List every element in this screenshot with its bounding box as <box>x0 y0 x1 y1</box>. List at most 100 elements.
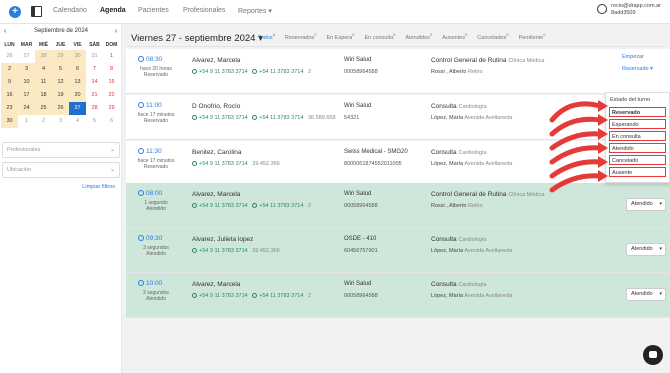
calendar-day[interactable]: 12 <box>52 76 69 89</box>
calendar-day[interactable]: 19 <box>52 89 69 102</box>
calendar-day[interactable]: 6 <box>69 63 86 76</box>
calendar-day[interactable]: 16 <box>1 89 18 102</box>
status-dropdown-button[interactable]: Atendido ▾ <box>626 198 666 211</box>
calendar-day[interactable]: 8 <box>103 63 120 76</box>
nav-agenda[interactable]: Agenda <box>100 7 126 14</box>
tab-todos[interactable]: Todos6 <box>258 32 275 44</box>
whatsapp-icon[interactable] <box>192 69 197 74</box>
calendar-day[interactable]: 26 <box>52 102 69 115</box>
appointment-row[interactable]: 09:30 3 segundos Atendido Alvarez, Julieta … <box>126 228 670 273</box>
calendar-day[interactable]: 6 <box>103 115 120 128</box>
calendar-day[interactable]: 28 <box>86 102 103 115</box>
appointment-row[interactable]: 10:00 2 segundos Atendido Alvarez, Marcela +… <box>126 273 670 318</box>
location-select[interactable]: Ubicación ⌄ <box>2 162 120 178</box>
whatsapp-icon[interactable] <box>192 293 197 298</box>
nav-reportes[interactable]: Reportes ▾ <box>238 7 272 15</box>
calendar-day[interactable]: 1 <box>103 50 120 63</box>
calendar-day[interactable]: 23 <box>1 102 18 115</box>
calendar-day[interactable]: 2 <box>35 115 52 128</box>
calendar-day[interactable]: 27 <box>18 50 35 63</box>
whatsapp-icon[interactable] <box>192 203 197 208</box>
calendar-day[interactable]: 22 <box>103 89 120 102</box>
calendar-day[interactable]: 20 <box>69 89 86 102</box>
calendar-day[interactable]: 7 <box>86 63 103 76</box>
patient-name[interactable]: Alvarez, Julieta lopez <box>192 236 253 243</box>
patient-name[interactable]: Alvarez, Marcela <box>192 281 240 288</box>
calendar-day[interactable]: 25 <box>35 102 52 115</box>
calendar-day[interactable]: 31 <box>86 50 103 63</box>
phone-secondary[interactable]: +54 11 3783 3714 <box>259 115 303 121</box>
tab-reservados[interactable]: Reservados2 <box>285 32 317 44</box>
patient-name[interactable]: Alvarez, Marcela <box>192 191 240 198</box>
whatsapp-icon[interactable] <box>252 293 258 298</box>
patient-name[interactable]: D Onofrio, Rocío <box>192 103 240 110</box>
start-button[interactable]: Empezar <box>622 54 666 60</box>
agenda-main: Viernes 27 - septiembre 2024 ▾ Todos6 Res… <box>122 24 670 373</box>
calendar-day[interactable]: 4 <box>35 63 52 76</box>
date-title[interactable]: Viernes 27 - septiembre 2024 ▾ <box>131 33 263 44</box>
calendar-day[interactable]: 13 <box>69 76 86 89</box>
calendar-day[interactable]: 3 <box>18 63 35 76</box>
sidebar-toggle-icon[interactable] <box>31 6 42 17</box>
calendar-day[interactable]: 1 <box>18 115 35 128</box>
calendar-day[interactable]: 11 <box>35 76 52 89</box>
whatsapp-icon[interactable] <box>252 203 258 208</box>
whatsapp-icon[interactable] <box>252 69 258 74</box>
calendar-day[interactable]: 30 <box>1 115 18 128</box>
status-dropdown-button[interactable]: Atendido ▾ <box>626 243 666 256</box>
phone-mobile[interactable]: +54 9 11 3783 3714 <box>199 293 248 299</box>
appointment-doctor: López, María Avenida Avellaneda <box>431 293 513 299</box>
phone-mobile[interactable]: +54 9 11 3783 3714 <box>199 161 248 167</box>
calendar-day[interactable]: 29 <box>52 50 69 63</box>
calendar-day[interactable]: 2 <box>1 63 18 76</box>
status-dropdown-button[interactable]: Atendido ▾ <box>626 288 666 301</box>
tab-cancelados[interactable]: Cancelados0 <box>477 32 508 44</box>
calendar-day[interactable]: 9 <box>1 76 18 89</box>
calendar-day[interactable]: 29 <box>103 102 120 115</box>
calendar-day[interactable]: 14 <box>86 76 103 89</box>
tab-en-espera[interactable]: En Espera0 <box>327 32 355 44</box>
calendar-day[interactable]: 30 <box>69 50 86 63</box>
professionals-select[interactable]: Profesionales ⌄ <box>2 142 120 158</box>
phone-mobile[interactable]: +54 9 11 3783 3714 <box>199 248 248 254</box>
chat-icon[interactable] <box>643 345 663 365</box>
whatsapp-icon[interactable] <box>192 161 197 166</box>
next-month-icon[interactable]: › <box>115 28 117 35</box>
tab-pendiente[interactable]: Pendiente0 <box>519 32 546 44</box>
nav-calendario[interactable]: Calendario <box>53 7 87 14</box>
tab-ausentes[interactable]: Ausentes0 <box>442 32 467 44</box>
calendar-day[interactable]: 10 <box>18 76 35 89</box>
clock-icon <box>138 102 144 108</box>
tab-atendidos[interactable]: Atendidos3 <box>405 32 432 44</box>
whatsapp-icon[interactable] <box>192 115 197 120</box>
calendar-day[interactable]: 26 <box>1 50 18 63</box>
calendar-day[interactable]: 15 <box>103 76 120 89</box>
calendar-day[interactable]: 17 <box>18 89 35 102</box>
clear-filters-link[interactable]: Limpiar filtros <box>82 184 115 190</box>
tab-en-consulta[interactable]: En consulta0 <box>364 32 395 44</box>
calendar-day[interactable]: 21 <box>86 89 103 102</box>
phone-secondary[interactable]: +54 11 3783 3714 <box>259 203 303 209</box>
calendar-day[interactable]: 4 <box>69 115 86 128</box>
phone-mobile[interactable]: +54 9 11 3783 3714 <box>199 69 248 75</box>
phone-mobile[interactable]: +54 9 11 3783 3714 <box>199 203 248 209</box>
phone-secondary[interactable]: +54 11 3783 3714 <box>259 69 303 75</box>
phone-mobile[interactable]: +54 9 11 3783 3714 <box>199 115 248 121</box>
add-button[interactable]: + <box>9 6 21 18</box>
calendar-day[interactable]: 27 <box>69 102 86 115</box>
calendar-day[interactable]: 24 <box>18 102 35 115</box>
calendar-day[interactable]: 5 <box>86 115 103 128</box>
calendar-day[interactable]: 3 <box>52 115 69 128</box>
whatsapp-icon[interactable] <box>252 115 258 120</box>
user-menu[interactable]: rocio@drapp.com.ar 8add3509 <box>597 3 661 17</box>
patient-name[interactable]: Benitez, Carolina <box>192 149 242 156</box>
status-dropdown-button[interactable]: Reservado ▾ <box>622 66 666 72</box>
patient-name[interactable]: Alvarez, Marcela <box>192 57 240 64</box>
whatsapp-icon[interactable] <box>192 248 197 253</box>
phone-secondary[interactable]: +54 11 3783 3714 <box>259 293 303 299</box>
nav-profesionales[interactable]: Profesionales <box>183 7 225 14</box>
calendar-day[interactable]: 5 <box>52 63 69 76</box>
nav-pacientes[interactable]: Pacientes <box>138 7 169 14</box>
calendar-day[interactable]: 28 <box>35 50 52 63</box>
calendar-day[interactable]: 18 <box>35 89 52 102</box>
